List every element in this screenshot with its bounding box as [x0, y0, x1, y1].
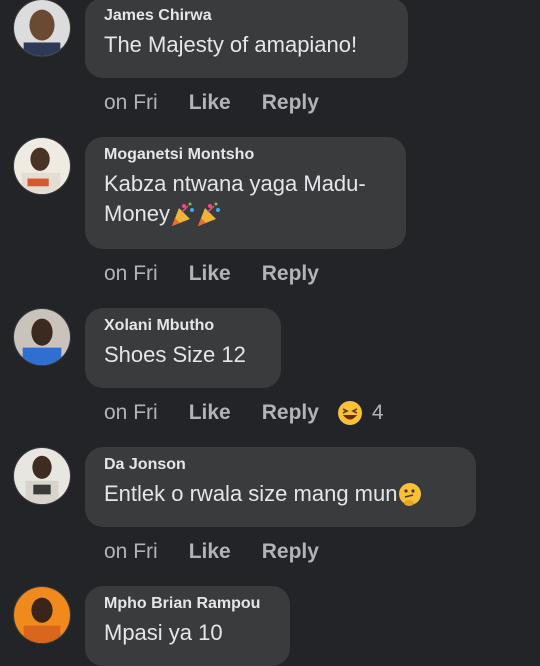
comment-author[interactable]: Xolani Mbutho: [104, 316, 261, 336]
avatar[interactable]: [13, 0, 71, 57]
comment-bubble: Moganetsi Montsho Kabza ntwana yaga Madu…: [85, 137, 406, 249]
comment-bubble: Mpho Brian Rampou Mpasi ya 10: [85, 586, 290, 666]
comment-bubble: Xolani Mbutho Shoes Size 12: [85, 308, 281, 388]
comment-text: Shoes Size 12: [104, 342, 246, 367]
comment-timestamp[interactable]: on Fri: [104, 91, 158, 115]
comment-actions: on Fri Like Reply: [104, 88, 319, 118]
reaction-summary[interactable]: 4: [337, 400, 384, 426]
comment-timestamp[interactable]: on Fri: [104, 540, 158, 564]
like-button[interactable]: Like: [189, 540, 231, 564]
reply-button[interactable]: Reply: [262, 401, 319, 425]
comment-text-line: Kabza ntwana yaga Madu-: [104, 171, 366, 196]
party-popper-icon: [172, 202, 195, 227]
comment-actions: on Fri Like Reply: [104, 537, 319, 567]
avatar[interactable]: [13, 447, 71, 505]
reply-button[interactable]: Reply: [262, 262, 319, 286]
like-button[interactable]: Like: [189, 91, 231, 115]
comment-text: Mpasi ya 10: [104, 620, 223, 645]
avatar[interactable]: [13, 308, 71, 366]
comment-text: The Majesty of amapiano!: [104, 32, 358, 57]
comment-author[interactable]: Mpho Brian Rampou: [104, 594, 270, 614]
comment-text-line: Entlek o rwala size mang mun: [104, 481, 398, 506]
comment-bubble: James Chirwa The Majesty of amapiano!: [85, 0, 408, 78]
comment-actions: on Fri Like Reply 4: [104, 398, 384, 428]
reply-button[interactable]: Reply: [262, 91, 319, 115]
comment-actions: on Fri Like Reply: [104, 259, 319, 289]
comment-timestamp[interactable]: on Fri: [104, 401, 158, 425]
party-popper-icon: [198, 202, 221, 227]
laughing-face-icon: [337, 401, 362, 425]
comment-author[interactable]: Moganetsi Montsho: [104, 145, 386, 165]
like-button[interactable]: Like: [189, 262, 231, 286]
reply-button[interactable]: Reply: [262, 540, 319, 564]
comment-author[interactable]: Da Jonson: [104, 455, 456, 475]
avatar[interactable]: [13, 586, 71, 644]
reaction-count: 4: [371, 401, 384, 424]
comment-timestamp[interactable]: on Fri: [104, 262, 158, 286]
avatar[interactable]: [13, 137, 71, 195]
comment-author[interactable]: James Chirwa: [104, 6, 388, 26]
comment-text-line: Money: [104, 201, 171, 226]
thinking-face-icon: [399, 483, 422, 507]
comment-text: Kabza ntwana yaga Madu- Money: [104, 169, 386, 229]
comment-text: Entlek o rwala size mang mun: [104, 479, 456, 509]
like-button[interactable]: Like: [189, 401, 231, 425]
comment-bubble: Da Jonson Entlek o rwala size mang mun: [85, 447, 476, 527]
